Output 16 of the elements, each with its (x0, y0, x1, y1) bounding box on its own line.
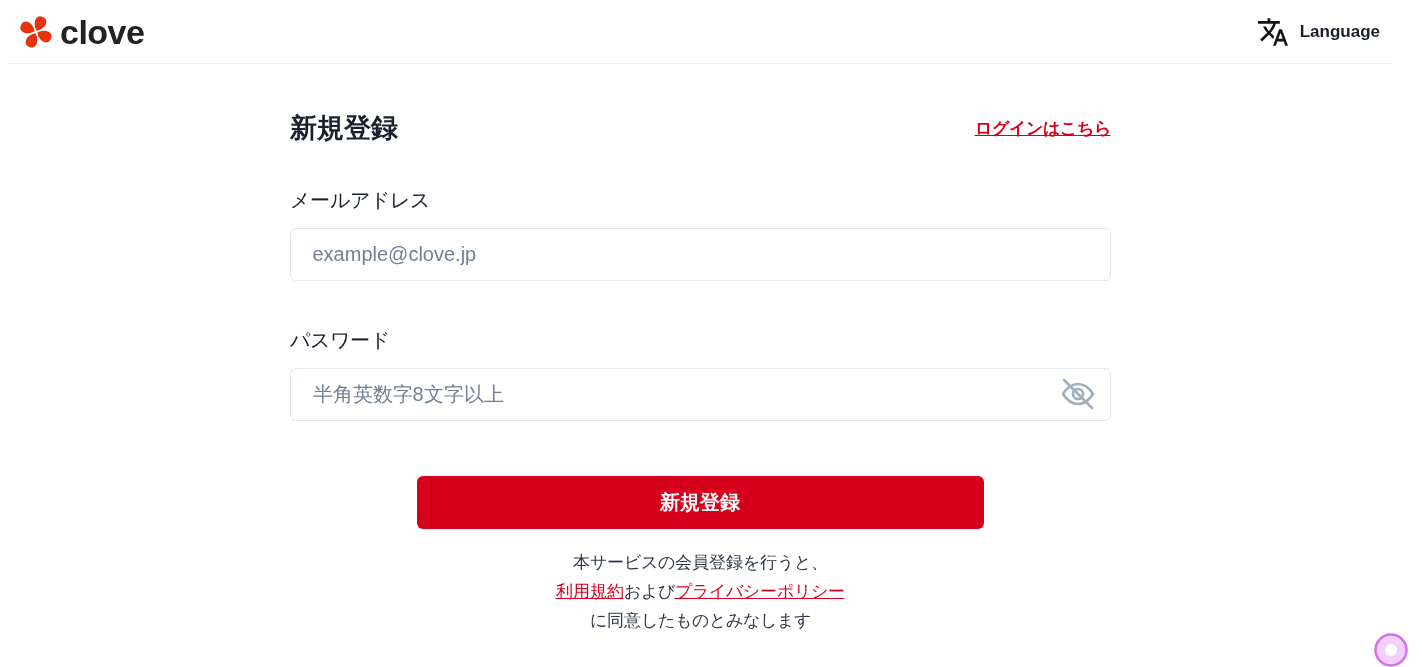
language-button[interactable]: Language (1257, 12, 1380, 51)
register-button[interactable]: 新規登録 (416, 476, 984, 529)
terms-of-service-link[interactable]: 利用規約 (555, 582, 624, 601)
translate-icon (1257, 16, 1288, 47)
privacy-policy-link[interactable]: プライバシーポリシー (674, 582, 845, 601)
field-label: メールアドレス (289, 188, 430, 213)
terms-notice: 本サービスの会員登録を行うと、 利用規約およびプライバシーポリシー に同意したものとみなします (555, 552, 845, 632)
eye-slash-icon[interactable] (1060, 377, 1095, 411)
logo-icon (18, 13, 54, 50)
login-link[interactable]: ログインはこちら (974, 116, 1111, 140)
logo-text: clove (60, 11, 145, 52)
field-label: パスワード (289, 328, 390, 353)
page-title: 新規登録 (289, 112, 398, 145)
ring-icon[interactable] (1374, 633, 1408, 667)
email-input-field[interactable]: example@clove.jp (289, 228, 1111, 281)
password-input-field[interactable]: 半角英数字8文字以上 (289, 368, 1111, 421)
